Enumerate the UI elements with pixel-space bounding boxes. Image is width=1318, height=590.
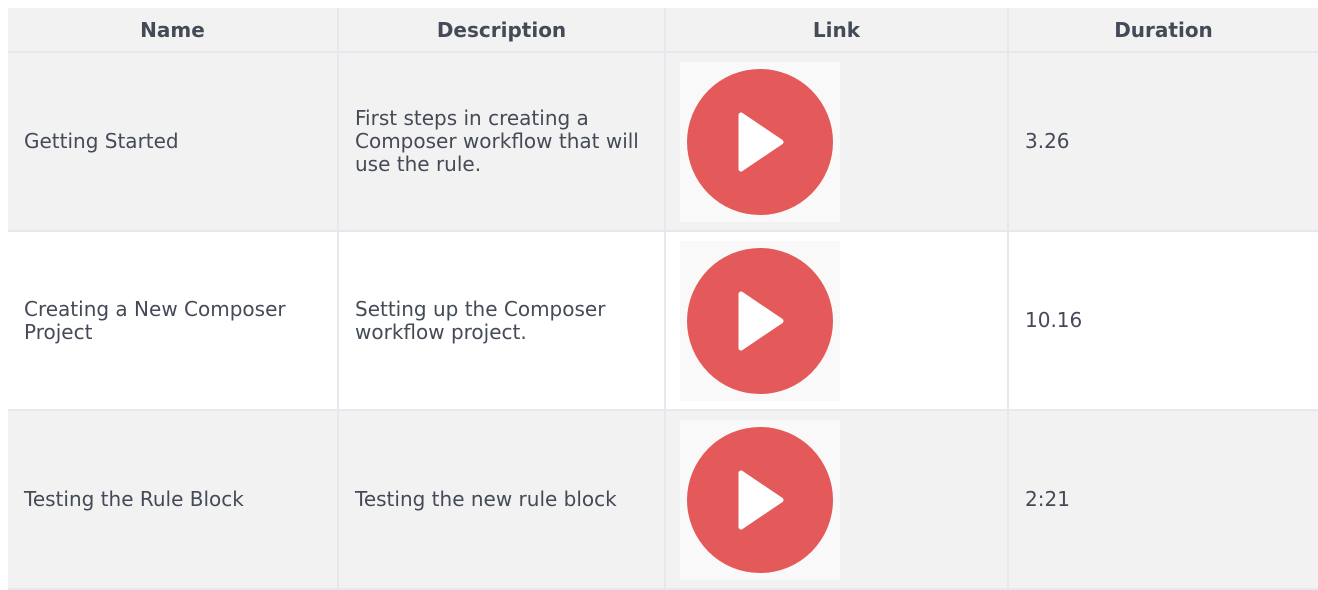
video-play-link[interactable] — [680, 240, 840, 401]
video-play-link[interactable] — [680, 419, 840, 580]
table-row: Creating a New Composer Project Setting … — [8, 231, 1318, 411]
column-header-duration: Duration — [1007, 8, 1318, 53]
video-link-cell — [664, 52, 1008, 232]
video-name: Creating a New Composer Project — [8, 231, 338, 411]
video-duration: 2:21 — [1007, 410, 1318, 590]
video-description: Setting up the Composer workflow project… — [337, 231, 665, 411]
table-header-row: Name Description Link Duration — [8, 8, 1318, 53]
video-link-cell — [664, 231, 1008, 411]
table-row: Testing the Rule Block Testing the new r… — [8, 410, 1318, 590]
video-name: Testing the Rule Block — [8, 410, 338, 590]
video-link-cell — [664, 410, 1008, 590]
column-header-name: Name — [8, 8, 338, 53]
play-icon — [687, 68, 833, 215]
video-name: Getting Started — [8, 52, 338, 232]
column-header-link: Link — [664, 8, 1008, 53]
table-row: Getting Started First steps in creating … — [8, 52, 1318, 232]
video-description: First steps in creating a Composer workf… — [337, 52, 665, 232]
video-duration: 10.16 — [1007, 231, 1318, 411]
play-icon — [687, 247, 833, 394]
play-icon — [687, 426, 833, 573]
video-table: Name Description Link Duration Getting S… — [8, 8, 1318, 590]
video-play-link[interactable] — [680, 61, 840, 222]
video-table-container: Name Description Link Duration Getting S… — [8, 8, 1318, 590]
video-duration: 3.26 — [1007, 52, 1318, 232]
column-header-description: Description — [337, 8, 665, 53]
video-description: Testing the new rule block — [337, 410, 665, 590]
